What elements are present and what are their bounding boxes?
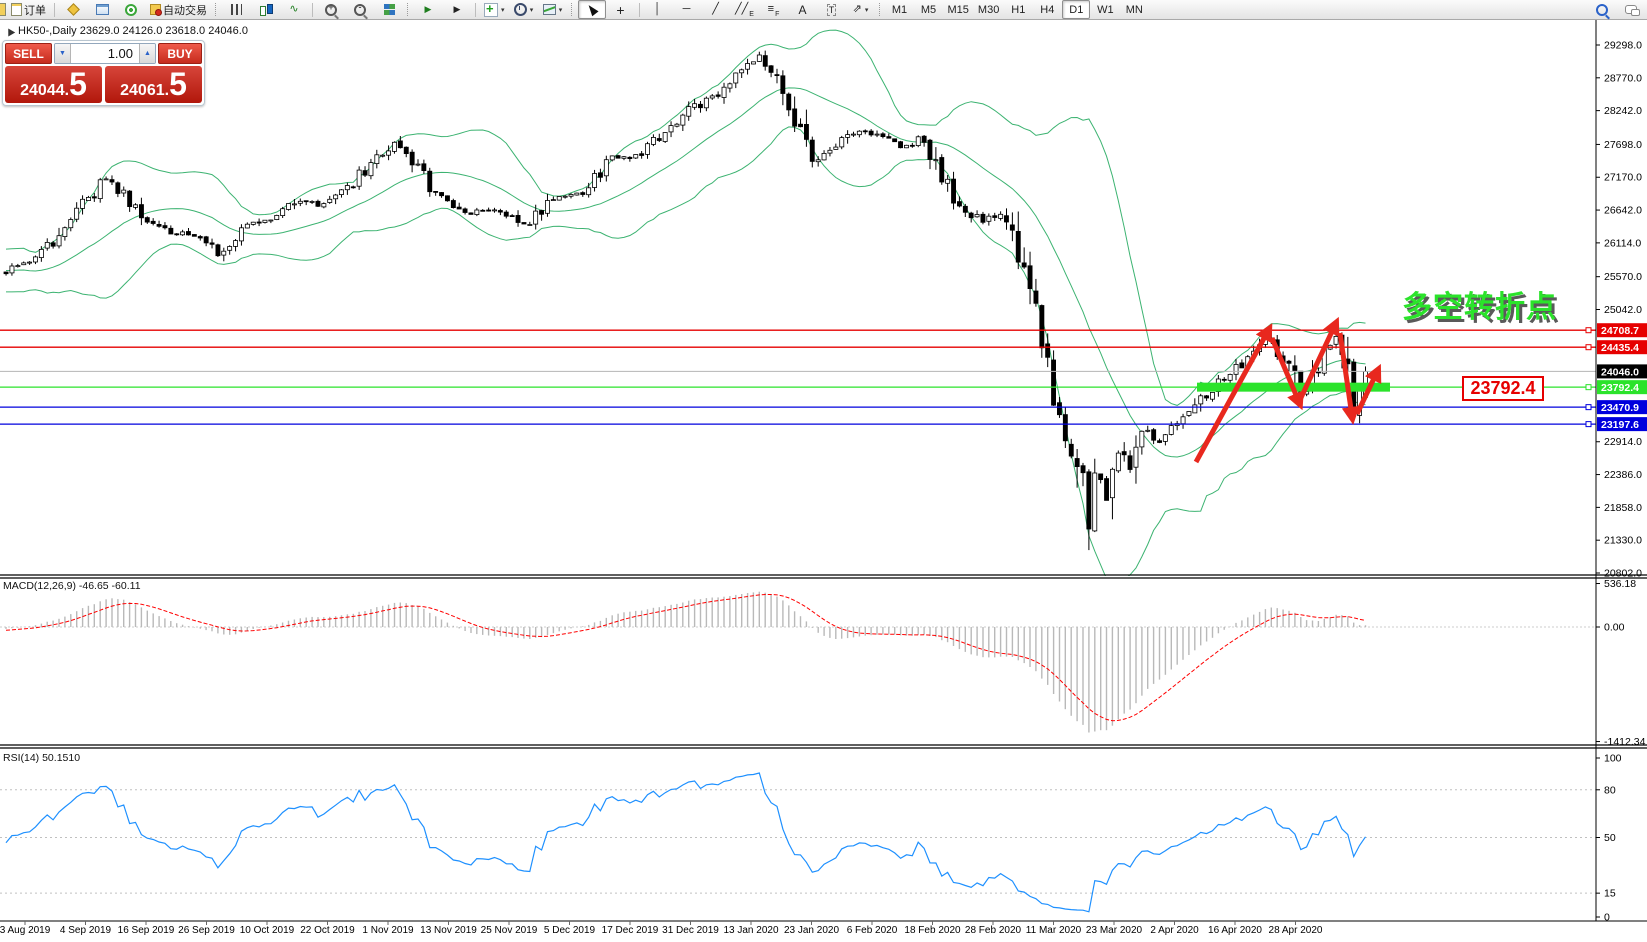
svg-text:22914.0: 22914.0 [1604,436,1642,448]
svg-text:26642.0: 26642.0 [1604,205,1642,217]
svg-text:16 Sep 2019: 16 Sep 2019 [118,925,175,936]
svg-text:13 Nov 2019: 13 Nov 2019 [420,925,477,936]
chart-canvas[interactable]: 29298.0 28770.0 28242.0 27698.0 27170.0 26642… [0,0,1647,942]
svg-text:4 Sep 2019: 4 Sep 2019 [60,925,112,936]
svg-text:6 Feb 2020: 6 Feb 2020 [847,925,898,936]
svg-text:22 Oct 2019: 22 Oct 2019 [300,925,355,936]
price-callout-box: 23792.4 [1462,376,1544,401]
svg-text:50: 50 [1604,832,1616,844]
svg-text:26 Sep 2019: 26 Sep 2019 [178,925,235,936]
svg-text:21330.0: 21330.0 [1604,535,1642,547]
svg-text:2 Apr 2020: 2 Apr 2020 [1150,925,1199,936]
buy-button[interactable]: BUY [158,43,202,64]
svg-text:31 Dec 2019: 31 Dec 2019 [662,925,719,936]
svg-text:24046.0: 24046.0 [1601,366,1639,378]
sell-price-button[interactable]: 24044. 5 [5,66,102,103]
svg-text:25042.0: 25042.0 [1604,304,1642,316]
svg-text:27698.0: 27698.0 [1604,139,1642,151]
svg-text:80: 80 [1604,784,1616,796]
trading-terminal-window: 订单 自动交易 ∿ ▶ ▶ ▾ ▾ ▾ + │ ─ ╱ ╱╱E ≡F A [0,0,1647,942]
svg-text:10 Oct 2019: 10 Oct 2019 [240,925,295,936]
svg-text:28 Feb 2020: 28 Feb 2020 [965,925,1022,936]
svg-text:0: 0 [1604,912,1610,924]
svg-text:536.18: 536.18 [1604,578,1636,590]
svg-text:-1412.34: -1412.34 [1604,736,1646,748]
buy-price-button[interactable]: 24061. 5 [105,66,202,103]
svg-text:28 Apr 2020: 28 Apr 2020 [1269,925,1323,936]
svg-text:23 Mar 2020: 23 Mar 2020 [1086,925,1143,936]
svg-text:22386.0: 22386.0 [1604,469,1642,481]
svg-text:26114.0: 26114.0 [1604,237,1641,249]
sell-button[interactable]: SELL [5,43,52,64]
svg-text:13 Jan 2020: 13 Jan 2020 [723,925,778,936]
sell-price-pip: 5 [69,66,87,102]
svg-text:11 Mar 2020: 11 Mar 2020 [1026,925,1082,936]
svg-text:21858.0: 21858.0 [1604,502,1642,514]
buy-price-pip: 5 [169,66,187,102]
svg-text:15: 15 [1604,888,1616,900]
svg-text:28770.0: 28770.0 [1604,72,1642,84]
macd-indicator-label: MACD(12,26,9) -46.65 -60.11 [3,580,141,592]
chart-ohlc-title: HK50-,Daily 23629.0 24126.0 23618.0 2404… [4,25,248,37]
buy-price-main: 24061 [120,82,165,99]
svg-text:23792.4: 23792.4 [1601,382,1639,394]
svg-text:3 Aug 2019: 3 Aug 2019 [0,925,51,936]
svg-text:0.00: 0.00 [1604,622,1625,634]
svg-text:27170.0: 27170.0 [1604,172,1642,184]
svg-text:100: 100 [1604,753,1622,765]
svg-text:24435.4: 24435.4 [1601,342,1639,354]
svg-text:16 Apr 2020: 16 Apr 2020 [1208,925,1262,936]
svg-text:23197.6: 23197.6 [1601,419,1639,431]
one-click-trade-panel: SELL ▼ 1.00 ▲ BUY 24044. 5 24061. 5 [2,40,205,106]
volume-input[interactable]: 1.00 [71,44,139,63]
svg-text:23 Jan 2020: 23 Jan 2020 [784,925,839,936]
svg-text:25 Nov 2019: 25 Nov 2019 [481,925,538,936]
volume-decrease-button[interactable]: ▼ [55,44,71,63]
svg-text:29298.0: 29298.0 [1604,40,1642,52]
svg-text:17 Dec 2019: 17 Dec 2019 [602,925,659,936]
svg-text:18 Feb 2020: 18 Feb 2020 [904,925,961,936]
svg-text:23470.9: 23470.9 [1601,402,1639,414]
sell-price-main: 24044 [20,82,65,99]
volume-increase-button[interactable]: ▲ [139,44,155,63]
rsi-indicator-label: RSI(14) 50.1510 [3,752,81,764]
svg-text:25570.0: 25570.0 [1604,271,1642,283]
symbol-marker-icon [4,25,16,37]
svg-text:28242.0: 28242.0 [1604,105,1642,117]
turning-point-annotation: 多空转折点 [1402,291,1557,324]
symbol-info-text: HK50-,Daily 23629.0 24126.0 23618.0 2404… [18,25,248,37]
svg-text:5 Dec 2019: 5 Dec 2019 [544,925,596,936]
svg-text:1 Nov 2019: 1 Nov 2019 [362,925,414,936]
volume-stepper[interactable]: ▼ 1.00 ▲ [54,43,156,64]
svg-text:24708.7: 24708.7 [1601,325,1639,337]
